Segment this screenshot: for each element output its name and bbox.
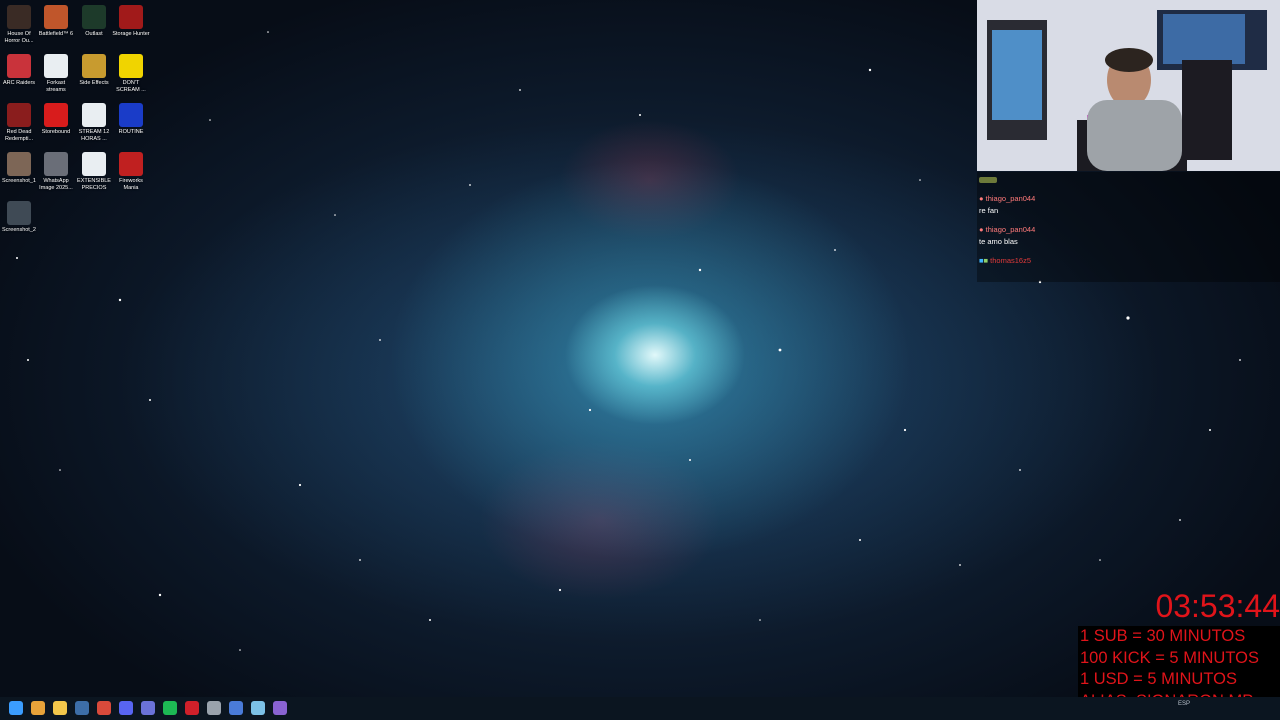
desktop-icon[interactable]: ROUTINE bbox=[112, 100, 150, 146]
taskbar: ESP bbox=[0, 697, 1280, 720]
outlast-icon bbox=[82, 5, 106, 29]
image-icon bbox=[7, 201, 31, 225]
fireworks-mania-icon bbox=[119, 152, 143, 176]
messenger-icon[interactable] bbox=[141, 701, 155, 715]
desktop-icon[interactable]: House Of Horror Ou... bbox=[0, 2, 38, 48]
document-icon bbox=[82, 103, 106, 127]
app-red-icon[interactable] bbox=[185, 701, 199, 715]
subathon-timer: 03:53:44 bbox=[1155, 588, 1280, 624]
desktop-icon[interactable]: STREAM 12 HORAS ... bbox=[75, 100, 113, 146]
rule-line: 1 SUB = 30 MINUTOS bbox=[1080, 627, 1246, 645]
desktop-icon[interactable]: Storage Hunter bbox=[112, 2, 150, 48]
chat-overlay: ● thiago_pan044 re fan ● thiago_pan044 t… bbox=[977, 172, 1280, 282]
chat-message: ● thiago_pan044 bbox=[979, 225, 1036, 234]
app-blue-icon[interactable] bbox=[229, 701, 243, 715]
document-icon bbox=[82, 152, 106, 176]
desktop-icon[interactable]: Forkast streams bbox=[37, 51, 75, 97]
rule-line: 1 USD = 5 MINUTOS bbox=[1080, 670, 1237, 688]
desktop-icon-label: Red Dead Redempti... bbox=[4, 129, 34, 142]
desktop-icon[interactable]: Storebound bbox=[37, 100, 75, 146]
desktop-icon-label: Storage Hunter bbox=[112, 31, 150, 37]
desktop-icon-label: Outlast bbox=[85, 31, 103, 37]
red-dead-icon bbox=[7, 103, 31, 127]
chat-message: ■■ thomas16z5 bbox=[979, 256, 1032, 265]
desktop-icon-label: Battlefield™ 6 bbox=[38, 31, 74, 37]
desktop-icon-label: Forkast streams bbox=[46, 80, 66, 93]
arc-raiders-icon bbox=[7, 54, 31, 78]
chat-username: thomas16z5 bbox=[990, 256, 1032, 265]
language-indicator[interactable]: ESP bbox=[1178, 701, 1190, 707]
desktop-icon-label: ROUTINE bbox=[118, 129, 144, 135]
desktop-icon[interactable]: Fireworks Mania bbox=[112, 149, 150, 195]
desktop-icon[interactable]: Battlefield™ 6 bbox=[37, 2, 75, 48]
desktop-icon[interactable]: Side Effects bbox=[75, 51, 113, 97]
streamer-webcam-image bbox=[977, 0, 1280, 171]
desktop-icon-label: ARC Raiders bbox=[2, 80, 36, 86]
desktop-icon-label: Side Effects bbox=[79, 80, 109, 86]
webcam-overlay bbox=[977, 0, 1280, 171]
routine-icon bbox=[119, 103, 143, 127]
desktop-icon[interactable]: Red Dead Redempti... bbox=[0, 100, 38, 146]
desktop-icon-label: Storebound bbox=[41, 129, 71, 135]
chat-message: ● thiago_pan044 bbox=[979, 194, 1036, 203]
desktop-icon-label: House Of Horror Ou... bbox=[4, 31, 34, 44]
desktop-icon-label: Screenshot_2 bbox=[2, 227, 36, 233]
chat-badge bbox=[979, 176, 997, 185]
desktop-icon[interactable]: EXTENSIBLE PRECIOS bbox=[75, 149, 113, 195]
side-effects-icon bbox=[82, 54, 106, 78]
discord-icon[interactable] bbox=[119, 701, 133, 715]
storage-hunter-icon bbox=[119, 5, 143, 29]
desktop-icon[interactable]: Screenshot_1 bbox=[0, 149, 38, 195]
steam-icon[interactable] bbox=[75, 701, 89, 715]
network-tool-icon[interactable] bbox=[251, 701, 265, 715]
desktop-icon[interactable]: WhatsApp Image 2025... bbox=[37, 149, 75, 195]
dont-scream-icon bbox=[119, 54, 143, 78]
desktop-icon-label: Fireworks Mania bbox=[119, 178, 143, 191]
image-icon bbox=[7, 152, 31, 176]
chrome-icon[interactable] bbox=[31, 701, 45, 715]
spotify-icon[interactable] bbox=[163, 701, 177, 715]
twitch-like-icon[interactable] bbox=[273, 701, 287, 715]
house-of-horror-icon bbox=[7, 5, 31, 29]
battlefield-icon bbox=[44, 5, 68, 29]
desktop-icon-label: Screenshot_1 bbox=[2, 178, 36, 184]
start-button[interactable] bbox=[9, 701, 23, 715]
chat-username: thiago_pan044 bbox=[985, 194, 1036, 203]
chat-text: re fan bbox=[979, 206, 999, 215]
desktop-icon-label: STREAM 12 HORAS ... bbox=[78, 129, 110, 142]
file-explorer-icon[interactable] bbox=[53, 701, 67, 715]
image-icon bbox=[44, 152, 68, 176]
desktop-icon[interactable]: ARC Raiders bbox=[0, 51, 38, 97]
desktop-icon-label: WhatsApp Image 2025... bbox=[39, 178, 73, 191]
rule-line: 100 KICK = 5 MINUTOS bbox=[1080, 648, 1259, 667]
chat-text: te amo blas bbox=[979, 237, 1018, 246]
app-gray-icon[interactable] bbox=[207, 701, 221, 715]
document-icon bbox=[44, 54, 68, 78]
desktop-icon-label: DON'T SCREAM ... bbox=[116, 80, 146, 93]
desktop-icon[interactable]: Screenshot_2 bbox=[0, 198, 38, 244]
desktop-icon-label: EXTENSIBLE PRECIOS bbox=[77, 178, 111, 191]
desktop-icon[interactable]: DON'T SCREAM ... bbox=[112, 51, 150, 97]
desktop-icon[interactable]: Outlast bbox=[75, 2, 113, 48]
chrome-alt-icon[interactable] bbox=[97, 701, 111, 715]
storebound-icon bbox=[44, 103, 68, 127]
chat-username: thiago_pan044 bbox=[985, 225, 1036, 234]
